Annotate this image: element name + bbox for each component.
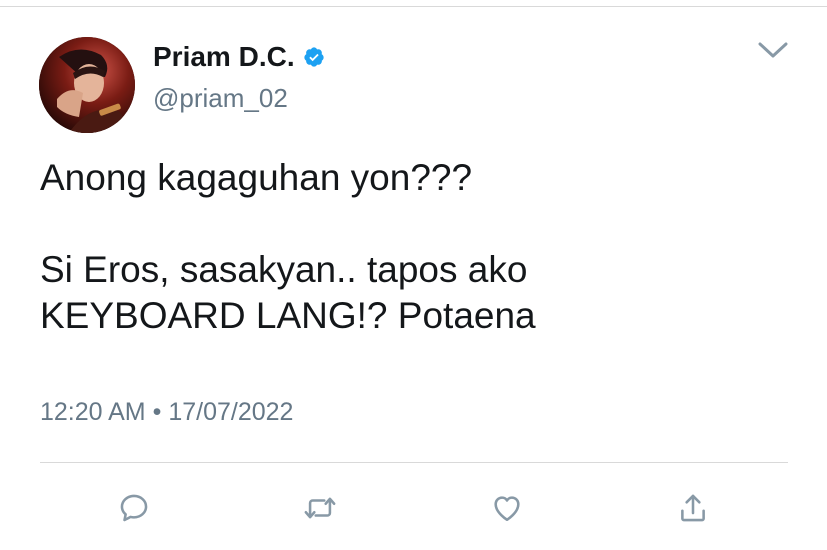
tweet-text: Anong kagaguhan yon??? Si Eros, sasakyan…	[40, 155, 800, 339]
avatar-image	[39, 37, 135, 133]
chevron-down-icon[interactable]	[756, 38, 790, 62]
actions-divider	[40, 462, 788, 463]
tweet-date: 17/07/2022	[168, 398, 294, 426]
user-handle[interactable]: @priam_02	[153, 82, 288, 114]
reply-icon	[120, 494, 148, 522]
tweet-text-line: Si Eros, sasakyan.. tapos ako	[40, 249, 528, 290]
tweet-time: 12:20 AM	[40, 398, 146, 426]
share-button[interactable]	[673, 488, 713, 528]
tweet-text-line: KEYBOARD LANG!? Potaena	[40, 295, 536, 336]
top-divider	[0, 6, 827, 7]
author-row: Priam D.C.	[153, 40, 325, 74]
display-name[interactable]: Priam D.C.	[153, 40, 295, 74]
retweet-button[interactable]	[300, 488, 340, 528]
heart-icon	[494, 496, 520, 522]
like-button[interactable]	[487, 488, 527, 528]
avatar[interactable]	[39, 37, 135, 133]
retweet-icon	[304, 497, 336, 519]
timestamp-separator: •	[152, 398, 162, 426]
verified-badge-icon	[303, 46, 325, 68]
tweet-text-line: Anong kagaguhan yon???	[40, 157, 473, 198]
tweet-timestamp[interactable]: 12:20 AM • 17/07/2022	[40, 396, 293, 428]
reply-button[interactable]	[114, 488, 154, 528]
share-icon	[681, 494, 705, 522]
